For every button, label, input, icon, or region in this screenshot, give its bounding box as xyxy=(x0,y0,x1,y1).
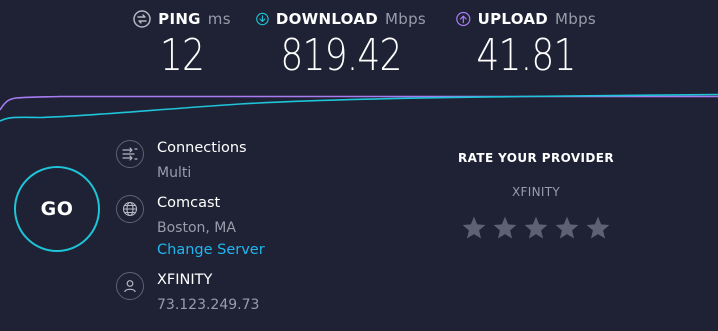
go-button[interactable]: GO xyxy=(14,166,100,252)
ping-header: PING ms xyxy=(132,10,232,28)
ping-label: PING xyxy=(158,10,201,28)
ping-value: 12 xyxy=(159,30,205,81)
go-button-label: GO xyxy=(40,198,74,220)
star-icon-3[interactable] xyxy=(523,215,549,241)
rate-provider-title: RATE YOUR PROVIDER xyxy=(457,151,615,165)
upload-graph-line xyxy=(0,95,718,111)
upload-label: UPLOAD xyxy=(477,10,548,28)
rate-provider-panel: RATE YOUR PROVIDER XFINITY xyxy=(446,151,626,241)
isp-row: XFINITY 73.123.249.73 xyxy=(116,271,259,314)
ping-metric: PING ms 12 xyxy=(132,10,232,78)
download-header: DOWNLOAD Mbps xyxy=(256,10,426,28)
speedtest-result-panel: PING ms 12 DOWNLOAD Mbps 819.42 UPLOAD M… xyxy=(0,0,718,331)
globe-icon xyxy=(116,195,144,223)
ping-icon xyxy=(133,10,151,28)
user-icon xyxy=(116,272,144,300)
download-unit: Mbps xyxy=(385,10,426,28)
upload-unit: Mbps xyxy=(555,10,596,28)
speed-graph xyxy=(0,93,718,122)
change-server-link[interactable]: Change Server xyxy=(157,241,265,259)
connections-value: Multi xyxy=(157,165,192,181)
download-label: DOWNLOAD xyxy=(275,10,378,28)
upload-header: UPLOAD Mbps xyxy=(456,10,596,28)
connections-row[interactable]: Connections Multi xyxy=(116,139,247,182)
star-icon-2[interactable] xyxy=(492,215,518,241)
star-rating xyxy=(446,215,626,241)
isp-title: XFINITY xyxy=(157,272,213,288)
ping-unit: ms xyxy=(207,10,231,28)
star-icon-5[interactable] xyxy=(585,215,611,241)
server-row: Comcast Boston, MA Change Server xyxy=(116,194,265,259)
download-arrow-icon xyxy=(256,12,269,26)
download-graph-line xyxy=(0,93,718,122)
download-value: 819.42 xyxy=(280,30,402,81)
server-title: Comcast xyxy=(157,195,221,211)
isp-ip-address: 73.123.249.73 xyxy=(157,297,260,313)
rate-provider-name: XFINITY xyxy=(512,185,560,199)
upload-metric: UPLOAD Mbps 41.81 xyxy=(456,10,596,78)
star-icon-4[interactable] xyxy=(554,215,580,241)
upload-arrow-icon xyxy=(456,11,471,27)
server-location: Boston, MA xyxy=(157,220,236,236)
connections-icon xyxy=(116,140,144,168)
connections-title: Connections xyxy=(157,140,247,156)
upload-value: 41.81 xyxy=(476,30,576,81)
download-metric: DOWNLOAD Mbps 819.42 xyxy=(256,10,426,78)
star-icon-1[interactable] xyxy=(461,215,487,241)
